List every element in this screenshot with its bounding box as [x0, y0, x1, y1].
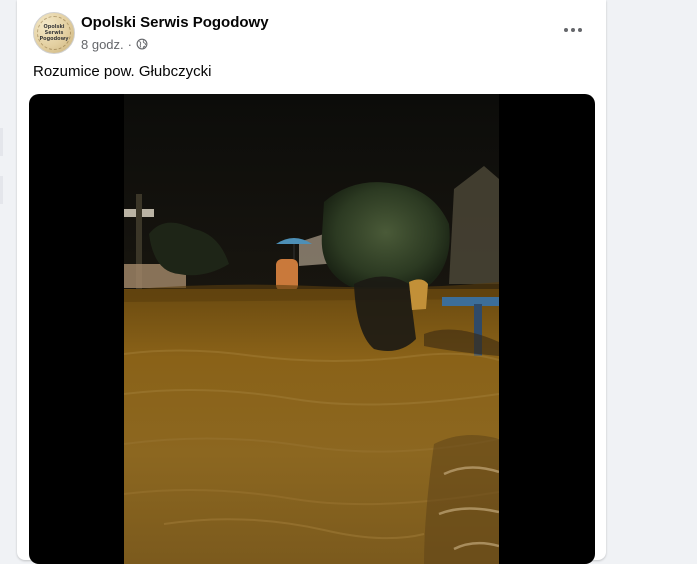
globe-icon[interactable]	[136, 38, 148, 50]
meta-separator: ·	[127, 36, 132, 52]
more-horizontal-icon	[571, 28, 575, 32]
left-edge	[0, 0, 9, 553]
post-card: Opolski Serwis Pogodowy Opolski Serwis P…	[17, 0, 606, 564]
left-edge-marker	[0, 128, 3, 156]
post-meta: 8 godz. ·	[81, 36, 148, 52]
video-frame	[124, 94, 499, 564]
more-options-button[interactable]	[557, 14, 589, 46]
page-name-link[interactable]: Opolski Serwis Pogodowy	[81, 14, 269, 31]
page-avatar[interactable]: Opolski Serwis Pogodowy	[33, 12, 75, 54]
left-edge-marker	[0, 176, 3, 204]
post-text: Rozumice pow. Głubczycki	[33, 63, 212, 80]
more-horizontal-icon	[578, 28, 582, 32]
more-horizontal-icon	[564, 28, 568, 32]
video-player[interactable]	[29, 94, 595, 564]
avatar-logo-text: Opolski Serwis Pogodowy	[39, 24, 69, 42]
post-timestamp[interactable]: 8 godz.	[81, 37, 124, 52]
